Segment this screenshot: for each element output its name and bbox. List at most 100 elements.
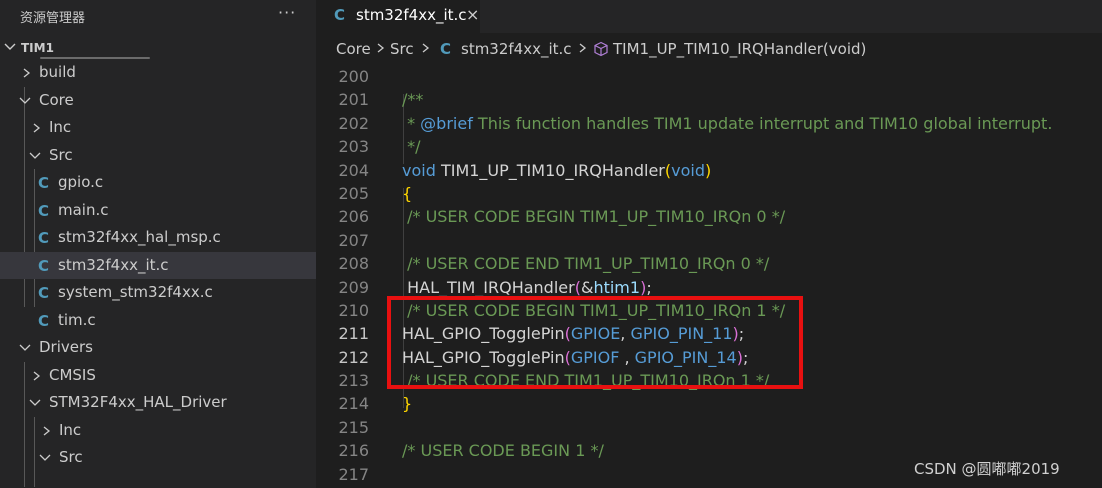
c-file-icon: C: [38, 311, 50, 330]
chevron-right-icon: [33, 370, 41, 381]
method-cube-icon: [594, 41, 608, 57]
tree-file-gpio[interactable]: C gpio.c: [0, 169, 316, 197]
tree-folder-hal-driver[interactable]: STM32F4xx_HAL_Driver: [0, 389, 316, 417]
code-text: * @brief This function handles TIM1 upda…: [402, 113, 1053, 133]
line-number: 202: [338, 113, 369, 133]
chevron-down-icon: [4, 43, 16, 50]
c-file-icon: C: [38, 229, 50, 247]
chevron-right-icon: [33, 123, 41, 133]
explorer-sidebar: 资源管理器 ··· TIM1 build Core Inc Src C gpio…: [0, 0, 316, 488]
code-text: /* USER CODE BEGIN TIM1_UP_TIM10_IRQn 0 …: [402, 207, 786, 227]
breadcrumb: Core Src C stm32f4xx_it.c TIM1_UP_TIM10_…: [316, 33, 1102, 65]
tree-file-system[interactable]: C system_stm32f4xx.c: [0, 279, 316, 307]
tree-item-label: CMSIS: [49, 365, 96, 384]
line-number: 212: [338, 347, 369, 367]
code-line: 207: [316, 230, 1102, 253]
code-line: 204 void TIM1_UP_TIM10_IRQHandler(void): [316, 160, 1102, 183]
chevron-down-icon: [19, 344, 31, 351]
line-number: 201: [338, 90, 369, 110]
tree-item-label: Inc: [49, 118, 72, 136]
c-file-icon: C: [334, 6, 346, 24]
c-file-icon: C: [440, 40, 452, 58]
line-number: 211: [338, 324, 369, 344]
code-text: /* USER CODE BEGIN 1 */: [402, 441, 604, 461]
code-text: }: [402, 394, 413, 414]
editor-area: C stm32f4xx_it.c × Core Src C stm32f4xx_…: [316, 0, 1102, 488]
chevron-right-icon: [579, 43, 587, 53]
code-line: 202 * @brief This function handles TIM1 …: [316, 113, 1102, 136]
code-text: /* USER CODE END TIM1_UP_TIM10_IRQn 0 */: [402, 254, 770, 274]
tree-item-label: system_stm32f4xx.c: [58, 283, 213, 301]
tab-bar: C stm32f4xx_it.c ×: [316, 0, 1102, 33]
line-number: 205: [338, 183, 369, 203]
chevron-down-icon: [19, 97, 31, 104]
tree-folder-src[interactable]: Src: [0, 142, 316, 170]
breadcrumb-file[interactable]: stm32f4xx_it.c: [461, 40, 572, 58]
line-number: 203: [338, 137, 369, 157]
chevron-right-icon: [43, 425, 51, 436]
tree-file-hal-msp[interactable]: C stm32f4xx_hal_msp.c: [0, 224, 316, 252]
tree-item-label: main.c: [58, 200, 109, 219]
line-number: 209: [338, 277, 369, 297]
code-line: 214}: [316, 393, 1102, 416]
file-tree: build Core Inc Src C gpio.c C main.c C s…: [0, 59, 316, 487]
tree-folder-inc[interactable]: Inc: [0, 114, 316, 142]
more-actions-icon[interactable]: ···: [278, 3, 296, 22]
line-number: 206: [338, 207, 369, 227]
workspace-root-label: TIM1: [21, 41, 54, 55]
chevron-right-icon: [422, 43, 430, 53]
tree-item-label: tim.c: [58, 310, 96, 329]
code-text: HAL_TIM_IRQHandler(&htim1);: [402, 277, 652, 297]
breadcrumb-src[interactable]: Src: [390, 40, 414, 58]
tab-stm32f4xx-it[interactable]: C stm32f4xx_it.c ×: [316, 0, 480, 33]
code-text: void TIM1_UP_TIM10_IRQHandler(void): [402, 160, 712, 180]
tree-item-label: stm32f4xx_hal_msp.c: [58, 228, 221, 246]
tree-file-it[interactable]: C stm32f4xx_it.c: [0, 251, 316, 279]
tree-folder-cmsis[interactable]: CMSIS: [0, 362, 316, 390]
code-line: 215: [316, 417, 1102, 440]
code-line: 205 {: [316, 183, 1102, 206]
code-text: /**: [402, 90, 424, 110]
breadcrumb-core[interactable]: Core: [336, 40, 371, 58]
line-number: 215: [338, 417, 369, 437]
line-number: 208: [338, 254, 369, 274]
c-file-icon: C: [38, 201, 50, 220]
tree-folder-build[interactable]: build: [0, 59, 316, 87]
c-file-icon: C: [38, 284, 50, 302]
code-line: 201 /**: [316, 89, 1102, 112]
tree-file-tim[interactable]: C tim.c: [0, 307, 316, 335]
annotation-highlight-box: [387, 296, 803, 389]
line-number: 207: [338, 230, 369, 250]
line-number: 204: [338, 160, 369, 180]
code-line: 208 /* USER CODE END TIM1_UP_TIM10_IRQn …: [316, 253, 1102, 276]
watermark: CSDN @圆嘟嘟2019: [914, 460, 1060, 478]
tree-item-label: build: [39, 63, 76, 81]
code-text: {: [402, 183, 413, 203]
tree-folder-driver-inc[interactable]: Inc: [0, 417, 316, 445]
code-text: */: [402, 137, 421, 157]
tree-item-label: gpio.c: [58, 173, 104, 191]
chevron-down-icon: [39, 454, 51, 461]
chevron-right-icon: [23, 68, 31, 78]
tree-item-label: Core: [39, 90, 74, 109]
line-number: 216: [338, 441, 369, 461]
tree-folder-drivers[interactable]: Drivers: [0, 334, 316, 362]
tree-item-label: STM32F4xx_HAL_Driver: [49, 393, 227, 411]
chevron-down-icon: [29, 152, 41, 159]
tree-folder-driver-src[interactable]: Src: [0, 444, 316, 472]
c-file-icon: C: [38, 256, 50, 275]
line-number: 210: [338, 300, 369, 320]
tree-item-label: Src: [59, 448, 83, 466]
close-icon[interactable]: ×: [466, 5, 479, 24]
code-line: 206 /* USER CODE BEGIN TIM1_UP_TIM10_IRQ…: [316, 206, 1102, 229]
code-view[interactable]: 200 201 /** 202 * @brief This function ha…: [316, 66, 1102, 487]
tree-item-label: stm32f4xx_it.c: [58, 255, 169, 274]
breadcrumb-symbol[interactable]: TIM1_UP_TIM10_IRQHandler(void): [613, 40, 866, 58]
tree-file-main[interactable]: C main.c: [0, 197, 316, 225]
code-line: 200: [316, 66, 1102, 89]
line-number: 214: [338, 394, 369, 414]
chevron-down-icon: [29, 399, 41, 406]
tree-item-label: Drivers: [39, 338, 93, 356]
tree-folder-core[interactable]: Core: [0, 87, 316, 115]
line-number: 213: [338, 371, 369, 391]
